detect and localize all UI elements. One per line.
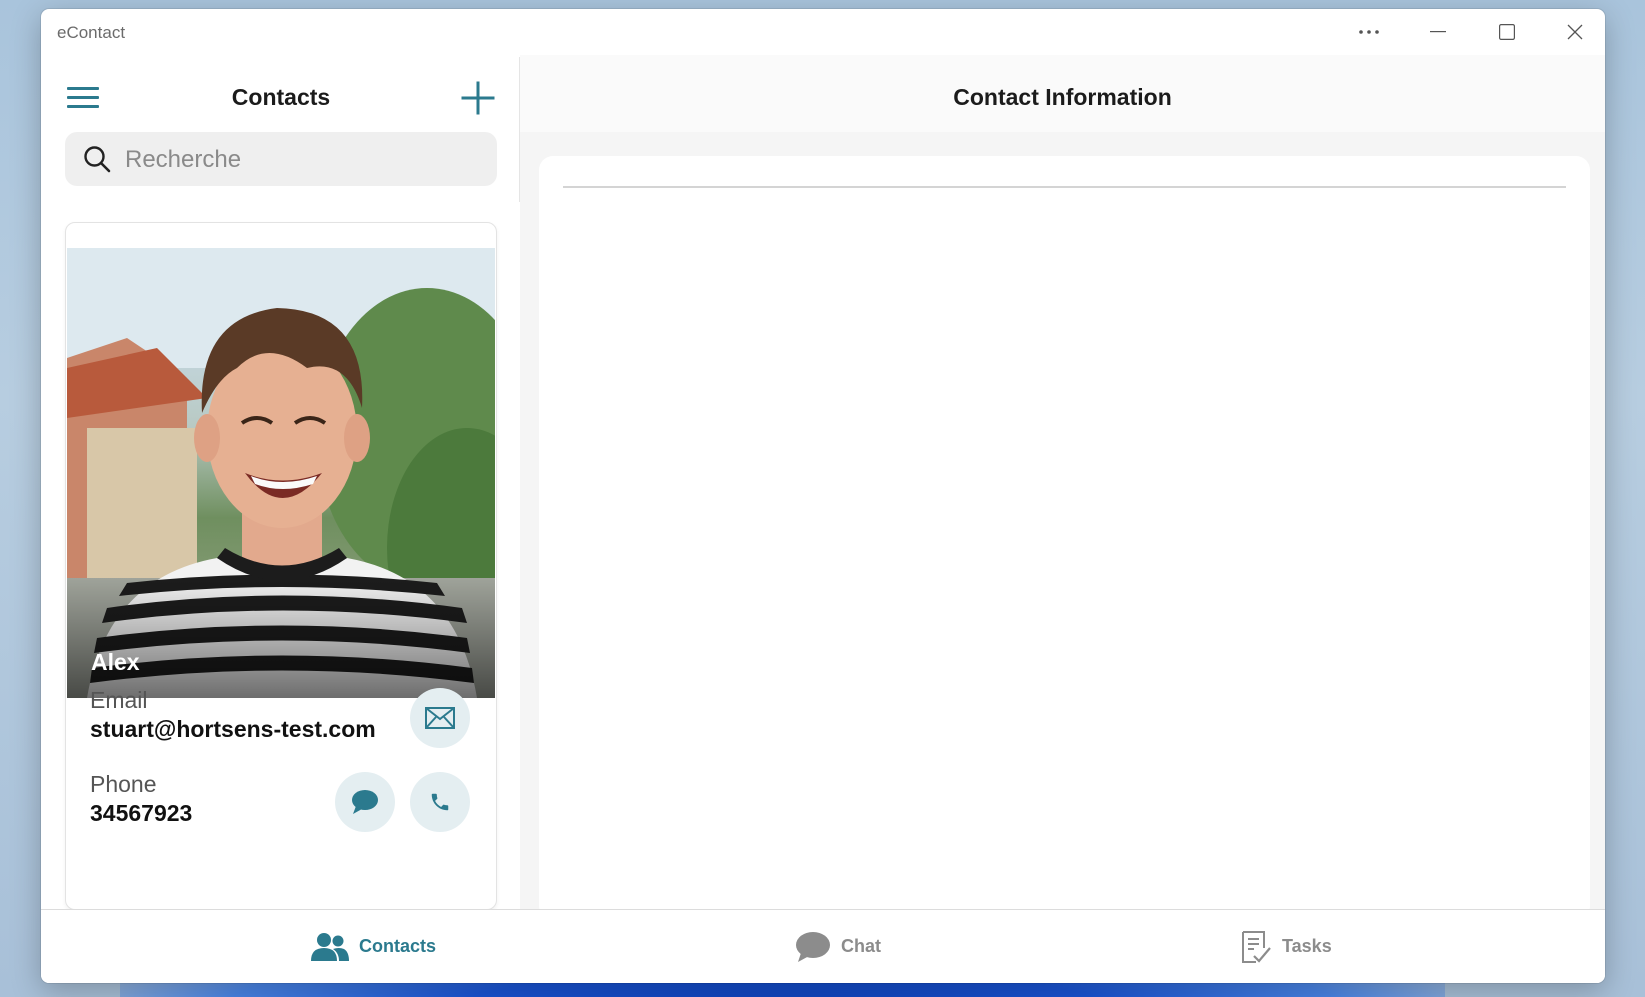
contact-info-title: Contact Information (953, 84, 1172, 110)
minimize-button[interactable] (1415, 17, 1461, 47)
contact-info-pane: Contact Information (520, 55, 1605, 920)
phone-label: Phone (90, 771, 157, 797)
photo-gradient (67, 578, 495, 698)
title-bar: eContact (41, 9, 1605, 55)
plus-icon (461, 81, 495, 115)
search-icon (84, 146, 111, 173)
tab-chat-label: Chat (841, 936, 881, 956)
contacts-pane: Contacts Recherche Alex Email stuart@hor… (41, 55, 519, 910)
email-value: stuart@hortsens-test.com (90, 716, 376, 742)
email-label: Email (90, 687, 148, 713)
app-title: eContact (57, 23, 126, 42)
tab-contacts[interactable]: Contacts (311, 910, 436, 983)
contact-info-panel (539, 156, 1590, 920)
message-icon (352, 790, 378, 814)
contact-card[interactable]: Alex Email stuart@hortsens-test.com Phon… (65, 222, 497, 910)
phone-value: 34567923 (90, 800, 193, 826)
mail-icon (425, 707, 455, 729)
tab-chat[interactable]: Chat (795, 910, 881, 983)
close-button[interactable] (1552, 17, 1598, 47)
call-button[interactable] (410, 772, 470, 832)
chat-bubble-icon (796, 931, 830, 962)
contact-info-header: Contact Information (520, 55, 1605, 132)
tab-contacts-label: Contacts (359, 936, 437, 956)
add-contact-button[interactable] (461, 81, 495, 115)
tasks-icon (1242, 930, 1271, 963)
hamburger-menu-icon[interactable] (67, 85, 99, 111)
search-box[interactable] (65, 132, 497, 188)
tab-tasks[interactable]: Tasks (1240, 910, 1332, 983)
phone-icon (431, 793, 449, 811)
maximize-button[interactable] (1484, 17, 1530, 47)
email-button[interactable] (410, 688, 470, 748)
maximize-icon (1499, 24, 1515, 40)
bottom-navigation: Contacts Chat Tasks (41, 909, 1605, 983)
tab-tasks-label: Tasks (1282, 936, 1332, 956)
close-icon (1567, 24, 1583, 40)
app-window: eContact Contacts Recherche Alex Email s… (41, 9, 1605, 983)
contacts-title: Contacts (231, 84, 331, 110)
message-button[interactable] (335, 772, 395, 832)
info-divider (563, 186, 1566, 188)
minimize-icon (1430, 31, 1446, 33)
more-options-button[interactable] (1346, 17, 1392, 47)
people-icon (311, 932, 349, 961)
contact-name: Alex (91, 649, 140, 675)
contact-photo: Alex (67, 248, 495, 698)
more-icon (1359, 30, 1379, 34)
search-input[interactable] (123, 132, 487, 188)
